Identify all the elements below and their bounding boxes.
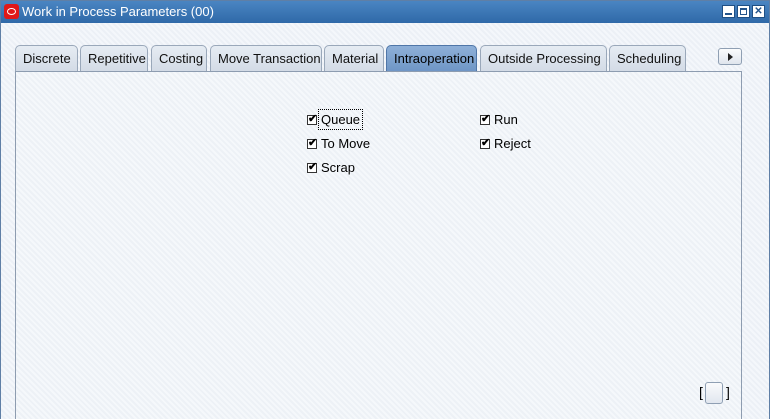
- descriptive-flexfield-bracket-close: ]: [726, 384, 730, 400]
- run-label: Run: [494, 112, 518, 127]
- run-checkbox[interactable]: Run: [480, 112, 518, 127]
- title-bar[interactable]: Work in Process Parameters (00) ✕: [1, 1, 769, 23]
- tab-scheduling[interactable]: Scheduling: [609, 45, 686, 71]
- queue-label: Queue: [317, 109, 364, 130]
- oracle-logo-icon: [4, 4, 19, 19]
- to-move-label: To Move: [321, 136, 371, 151]
- maximize-icon[interactable]: [737, 5, 750, 18]
- reject-checkmark-icon: [480, 136, 490, 149]
- minimize-icon[interactable]: [722, 5, 735, 18]
- tab-scroll-right-button[interactable]: [718, 48, 742, 65]
- reject-checkbox[interactable]: Reject: [480, 136, 531, 151]
- run-checkmark-icon: [480, 112, 490, 125]
- to-move-checkmark-icon: [307, 136, 317, 149]
- descriptive-flexfield-bracket-open: [: [699, 384, 703, 400]
- queue-checkbox[interactable]: Queue: [307, 109, 364, 130]
- tab-outside-processing[interactable]: Outside Processing: [480, 45, 607, 71]
- window-title: Work in Process Parameters (00): [22, 4, 214, 19]
- tab-move-transaction[interactable]: Move Transaction: [210, 45, 322, 71]
- tab-repetitive[interactable]: Repetitive: [80, 45, 148, 71]
- reject-label: Reject: [494, 136, 531, 151]
- tab-intraoperation[interactable]: Intraoperation: [386, 45, 477, 71]
- tab-discrete[interactable]: Discrete: [15, 45, 78, 71]
- scrap-checkbox[interactable]: Scrap: [307, 160, 355, 175]
- window-content: Discrete Repetitive Costing Move Transac…: [1, 23, 769, 419]
- to-move-checkbox[interactable]: To Move: [307, 136, 370, 151]
- scrap-checkmark-icon: [307, 160, 317, 173]
- queue-checkmark-icon: [307, 112, 317, 125]
- close-icon[interactable]: ✕: [752, 5, 765, 18]
- window-controls: ✕: [722, 5, 765, 18]
- tab-costing[interactable]: Costing: [151, 45, 207, 71]
- intraoperation-panel: Queue To Move Scrap Run Reject: [15, 71, 742, 419]
- descriptive-flexfield-button[interactable]: [705, 382, 723, 404]
- wip-parameters-window: Work in Process Parameters (00) ✕ Discre…: [0, 0, 770, 419]
- scrap-label: Scrap: [321, 160, 355, 175]
- tab-material[interactable]: Material: [324, 45, 384, 71]
